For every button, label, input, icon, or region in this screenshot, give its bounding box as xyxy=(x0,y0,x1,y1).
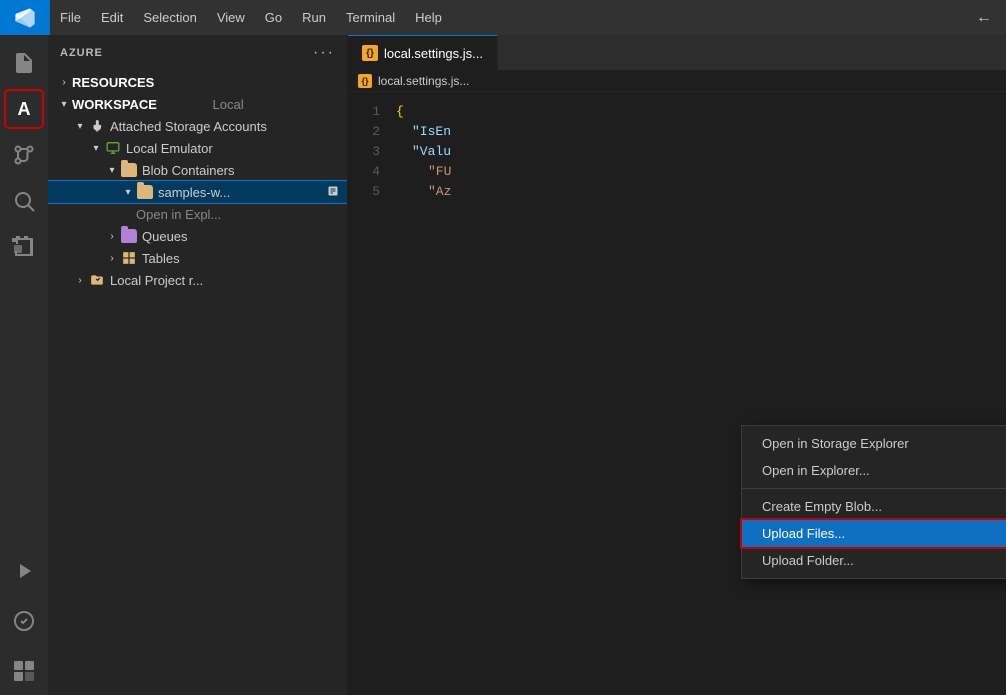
sidebar-item-attached-storage[interactable]: Attached Storage Accounts xyxy=(48,115,347,137)
tables-chevron xyxy=(104,250,120,266)
code-editor: 1 2 3 4 5 { "IsEn "Valu "FU "Az xyxy=(348,92,1006,695)
remote-activity-icon[interactable] xyxy=(4,601,44,641)
context-open-explorer[interactable]: Open in Explorer... xyxy=(742,457,1006,484)
samples-folder-icon xyxy=(136,183,154,201)
code-content: { "IsEn "Valu "FU "Az xyxy=(396,102,1006,685)
sidebar-item-samples[interactable]: samples-w... xyxy=(48,181,347,203)
menu-bar: File Edit Selection View Go Run Terminal… xyxy=(50,0,452,35)
blob-folder-icon xyxy=(120,161,138,179)
resources-label: RESOURCES xyxy=(72,75,347,90)
sidebar-more-button[interactable]: ··· xyxy=(313,44,335,62)
explorer-activity-icon[interactable] xyxy=(4,43,44,83)
tables-icon xyxy=(120,249,138,267)
context-upload-folder[interactable]: Upload Folder... xyxy=(742,547,1006,574)
workspace-label: WORKSPACE xyxy=(72,97,207,112)
vscode-logo xyxy=(0,0,50,35)
samples-chevron xyxy=(120,184,136,200)
queues-chevron xyxy=(104,228,120,244)
breadcrumb: {} local.settings.js... xyxy=(348,70,1006,92)
breadcrumb-icon: {} xyxy=(358,74,372,88)
blob-chevron xyxy=(104,162,120,178)
editor-area: {} local.settings.js... {} local.setting… xyxy=(348,35,1006,695)
breadcrumb-label: local.settings.js... xyxy=(378,74,469,88)
emulator-icon xyxy=(104,139,122,157)
titlebar: File Edit Selection View Go Run Terminal… xyxy=(0,0,1006,35)
context-menu-separator xyxy=(742,488,1006,489)
settings-activity-icon[interactable] xyxy=(4,651,44,691)
extensions-activity-icon[interactable] xyxy=(4,227,44,267)
open-explorer-label: Open in Expl... xyxy=(136,207,347,222)
attached-chevron xyxy=(72,118,88,134)
line-numbers: 1 2 3 4 5 xyxy=(348,102,396,685)
back-button[interactable]: ← xyxy=(962,0,1006,35)
sidebar-item-workspace[interactable]: WORKSPACE Local xyxy=(48,93,347,115)
menu-file[interactable]: File xyxy=(50,0,91,35)
blob-containers-label: Blob Containers xyxy=(142,163,347,178)
workspace-tag: Local xyxy=(213,97,348,112)
source-control-activity-icon[interactable] xyxy=(4,135,44,175)
local-project-icon xyxy=(88,271,106,289)
activity-bar: A xyxy=(0,35,48,695)
sidebar-item-queues[interactable]: Queues xyxy=(48,225,347,247)
menu-selection[interactable]: Selection xyxy=(133,0,206,35)
sidebar-item-local-emulator[interactable]: Local Emulator xyxy=(48,137,347,159)
sidebar-item-local-project[interactable]: Local Project r... xyxy=(48,269,347,291)
azure-activity-icon[interactable]: A xyxy=(4,89,44,129)
menu-run[interactable]: Run xyxy=(292,0,336,35)
workspace-chevron xyxy=(56,96,72,112)
sidebar-title: AZURE xyxy=(60,47,103,59)
local-project-label: Local Project r... xyxy=(110,273,347,288)
tables-label: Tables xyxy=(142,251,347,266)
menu-go[interactable]: Go xyxy=(255,0,292,35)
local-emulator-label: Local Emulator xyxy=(126,141,347,156)
local-project-chevron xyxy=(72,272,88,288)
menu-terminal[interactable]: Terminal xyxy=(336,0,405,35)
context-menu: Open in Storage Explorer Open in Explore… xyxy=(741,425,1006,579)
tab-local-settings[interactable]: {} local.settings.js... xyxy=(348,35,498,70)
tab-label: local.settings.js... xyxy=(384,46,483,61)
context-open-storage-explorer[interactable]: Open in Storage Explorer xyxy=(742,430,1006,457)
sidebar-header: AZURE ··· xyxy=(48,35,347,71)
main-area: A xyxy=(0,35,1006,695)
context-upload-files[interactable]: Upload Files... xyxy=(742,520,1006,547)
json-file-icon: {} xyxy=(362,45,378,61)
menu-help[interactable]: Help xyxy=(405,0,452,35)
sidebar-item-tables[interactable]: Tables xyxy=(48,247,347,269)
attached-storage-label: Attached Storage Accounts xyxy=(110,119,347,134)
editor-tabs: {} local.settings.js... xyxy=(348,35,1006,70)
sidebar: AZURE ··· RESOURCES WORKSPACE Local Atta… xyxy=(48,35,348,695)
menu-edit[interactable]: Edit xyxy=(91,0,133,35)
queues-label: Queues xyxy=(142,229,347,244)
sidebar-item-blob-containers[interactable]: Blob Containers xyxy=(48,159,347,181)
sidebar-item-open-explorer[interactable]: Open in Expl... xyxy=(48,203,347,225)
resources-chevron xyxy=(56,74,72,90)
context-create-empty-blob[interactable]: Create Empty Blob... xyxy=(742,493,1006,520)
open-icon xyxy=(327,185,339,200)
queues-icon xyxy=(120,227,138,245)
emulator-chevron xyxy=(88,140,104,156)
menu-view[interactable]: View xyxy=(207,0,255,35)
sidebar-item-resources[interactable]: RESOURCES xyxy=(48,71,347,93)
plug-icon xyxy=(88,117,106,135)
run-activity-icon[interactable] xyxy=(4,551,44,591)
samples-label: samples-w... xyxy=(158,185,327,200)
search-activity-icon[interactable] xyxy=(4,181,44,221)
